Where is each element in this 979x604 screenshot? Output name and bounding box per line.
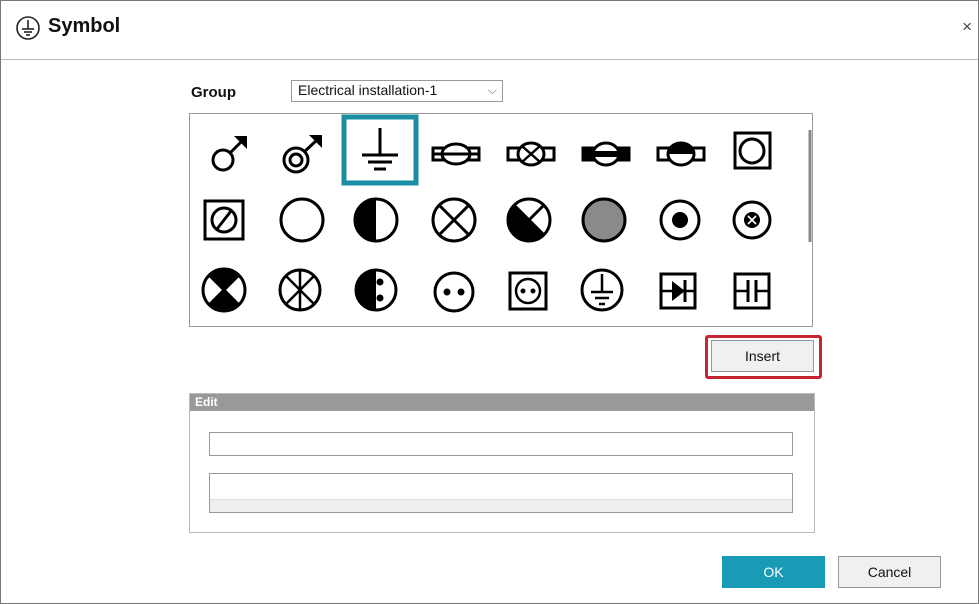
symbol-grid-canvas	[201, 114, 812, 313]
lamp-bar-icon[interactable]	[431, 142, 481, 166]
ok-button[interactable]: OK	[722, 556, 825, 588]
circle-dot-icon[interactable]	[659, 199, 701, 241]
circle-ground-icon[interactable]	[580, 268, 624, 312]
circle-star-icon[interactable]	[278, 268, 322, 312]
cancel-button[interactable]: Cancel	[838, 556, 941, 588]
earth-ground-icon[interactable]	[341, 114, 419, 186]
insert-button[interactable]: Insert	[711, 340, 814, 372]
filled-quadrant-x-icon[interactable]	[506, 197, 552, 243]
dialog-title: Symbol	[48, 15, 121, 37]
symbol-dialog: Symbol × Group Electrical installation-1…	[0, 0, 979, 604]
edit-line-field[interactable]	[209, 432, 793, 456]
group-select[interactable]: Electrical installation-1 ⌵	[291, 80, 503, 102]
close-button[interactable]: ×	[962, 17, 972, 37]
circle-vertical-dots-icon[interactable]	[354, 268, 398, 312]
lamp-half-bar-icon[interactable]	[656, 141, 706, 167]
edit-group: Edit	[189, 393, 815, 533]
title-bar: Symbol ×	[1, 1, 978, 60]
square-circle-dots-icon[interactable]	[508, 271, 548, 311]
edit-area-field[interactable]	[209, 473, 793, 513]
double-circle-arrow-icon[interactable]	[282, 135, 322, 174]
chevron-down-icon: ⌵	[487, 83, 497, 97]
symbol-grid	[189, 113, 813, 327]
edit-header: Edit	[190, 394, 814, 411]
group-label: Group	[191, 84, 236, 101]
male-symbol-icon[interactable]	[211, 136, 247, 172]
square-circle-icon[interactable]	[733, 131, 772, 170]
circle-small-x-icon[interactable]	[732, 200, 772, 240]
circle-quadrants-filled-icon[interactable]	[201, 267, 247, 313]
lamp-filled-bar-icon[interactable]	[581, 141, 631, 167]
lamp-x-bar-icon[interactable]	[506, 141, 556, 167]
edit-area-scrollbar[interactable]	[210, 499, 792, 512]
square-slash-circle-icon[interactable]	[203, 199, 245, 241]
shaded-circle-icon[interactable]	[581, 197, 627, 243]
capacitor-box-icon[interactable]	[733, 272, 771, 310]
circle-icon[interactable]	[279, 197, 325, 243]
earth-ground-circle-icon	[16, 16, 40, 40]
half-filled-circle-icon[interactable]	[353, 197, 399, 243]
diode-box-icon[interactable]	[659, 272, 697, 310]
circle-horizontal-dots-icon[interactable]	[433, 271, 475, 313]
group-select-value: Electrical installation-1	[298, 82, 438, 98]
circle-x-icon[interactable]	[431, 197, 477, 243]
